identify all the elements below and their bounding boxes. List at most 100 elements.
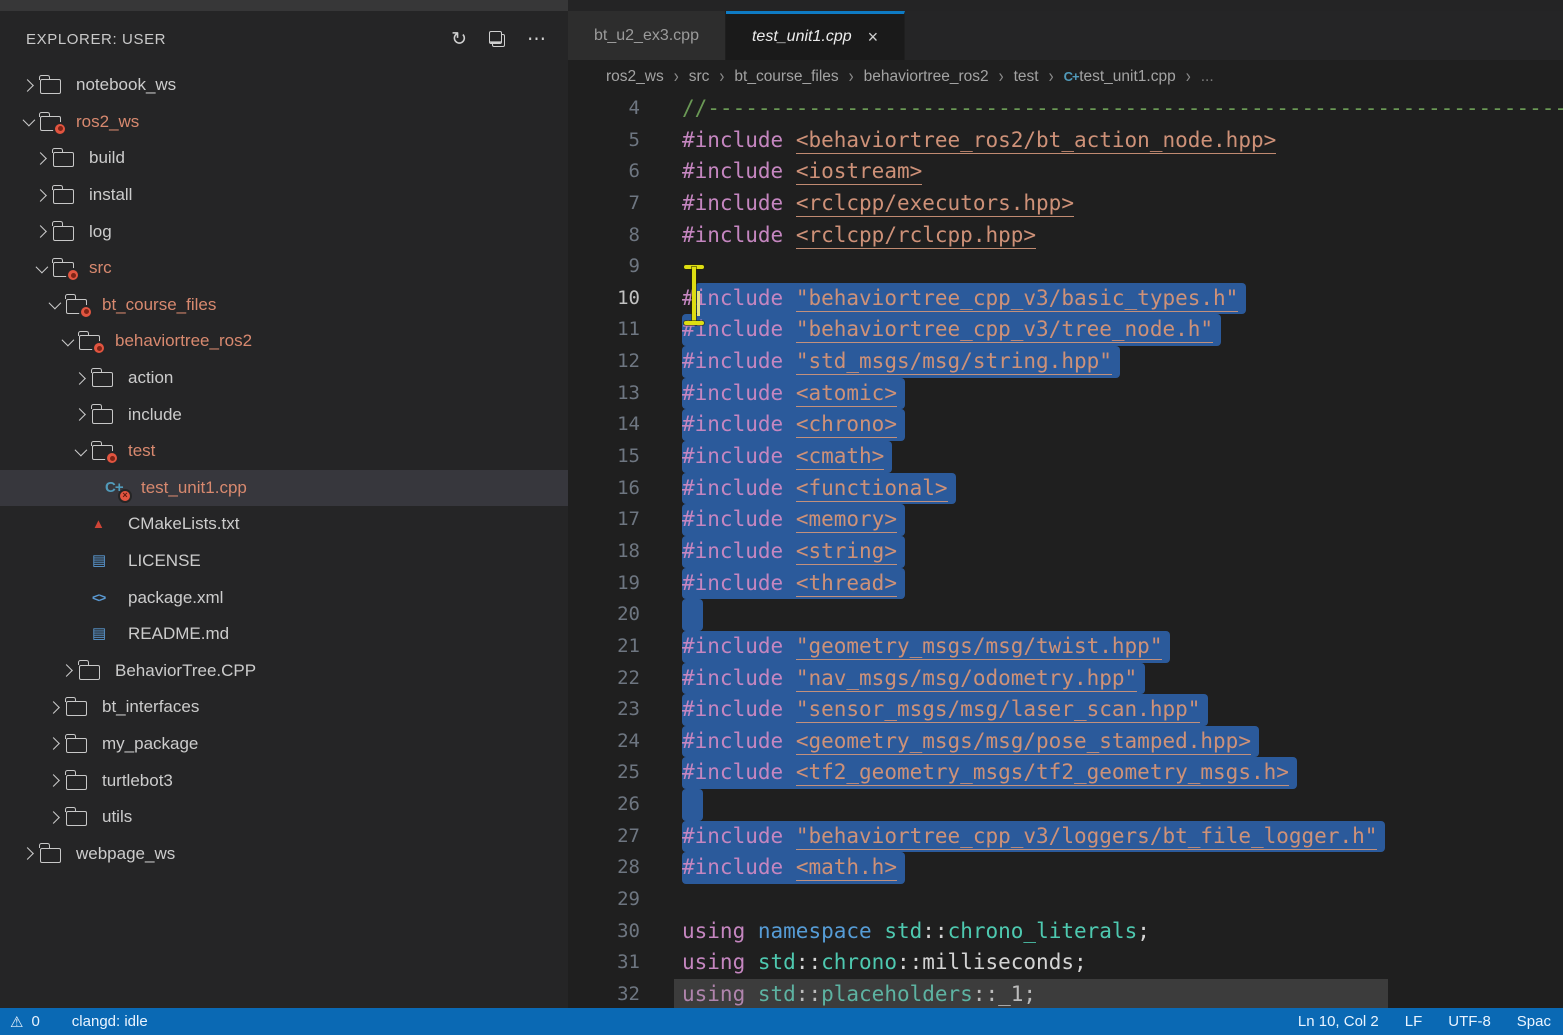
status-item-spac[interactable]: Spac — [1517, 1013, 1551, 1030]
code-line-25[interactable]: 25#include <tf2_geometry_msgs/tf2_geomet… — [568, 757, 1563, 789]
close-icon[interactable]: × — [868, 27, 879, 48]
tree-item-cmakelists-txt[interactable]: ▲CMakeLists.txt — [0, 506, 568, 543]
code-line-28[interactable]: 28#include <math.h> — [568, 852, 1563, 884]
code-line-24[interactable]: 24#include <geometry_msgs/msg/pose_stamp… — [568, 726, 1563, 758]
tree-item-build[interactable]: build — [0, 140, 568, 177]
code-line-9[interactable]: 9 — [568, 251, 1563, 283]
tree-item-readme-md[interactable]: ▤README.md — [0, 616, 568, 653]
breadcrumb-item[interactable]: test — [1014, 68, 1039, 86]
line-number: 27 — [568, 821, 640, 853]
breadcrumb-separator-icon: › — [1186, 65, 1191, 87]
code-line-11[interactable]: 11#include "behaviortree_cpp_v3/tree_nod… — [568, 314, 1563, 346]
tree-item-behaviortree-cpp[interactable]: BehaviorTree.CPP — [0, 653, 568, 690]
explorer-title: EXPLORER: USER — [26, 31, 166, 48]
tree-item-label: test — [128, 441, 155, 461]
line-number: 15 — [568, 441, 640, 473]
status-item-utf-8[interactable]: UTF-8 — [1448, 1013, 1491, 1030]
tree-item-test-unit1-cpp[interactable]: C+×test_unit1.cpp — [0, 470, 568, 507]
tree-item-action[interactable]: action — [0, 360, 568, 397]
code-line-21[interactable]: 21#include "geometry_msgs/msg/twist.hpp" — [568, 631, 1563, 663]
clangd-status[interactable]: clangd: idle — [72, 1013, 148, 1030]
warning-count[interactable]: 0 — [31, 1013, 39, 1030]
code-line-20[interactable]: 20 — [568, 599, 1563, 631]
code-line-10[interactable]: 10#include "behaviortree_cpp_v3/basic_ty… — [568, 283, 1563, 315]
code-line-19[interactable]: 19#include <thread> — [568, 568, 1563, 600]
chevron-right-icon — [21, 847, 34, 860]
tree-item-install[interactable]: install — [0, 177, 568, 214]
breadcrumb-item[interactable]: bt_course_files — [734, 68, 838, 86]
line-number: 5 — [568, 125, 640, 157]
line-number: 6 — [568, 156, 640, 188]
breadcrumb-item[interactable]: C+ test_unit1.cpp — [1064, 68, 1176, 86]
warning-icon[interactable]: ⚠ — [10, 1013, 23, 1031]
more-actions-icon[interactable]: ⋯ — [527, 30, 546, 49]
tree-item-turtlebot3[interactable]: turtlebot3 — [0, 762, 568, 799]
status-item-ln-10-col-2[interactable]: Ln 10, Col 2 — [1298, 1013, 1379, 1030]
tab-bt-u2-ex3-cpp[interactable]: bt_u2_ex3.cpp — [568, 11, 726, 60]
breadcrumb-separator-icon: › — [674, 65, 679, 87]
line-number: 31 — [568, 947, 640, 979]
tree-item-src[interactable]: src — [0, 250, 568, 287]
code-line-22[interactable]: 22#include "nav_msgs/msg/odometry.hpp" — [568, 663, 1563, 695]
code-line-4[interactable]: 4//-------------------------------------… — [568, 93, 1563, 125]
chevron-down-icon — [61, 334, 74, 347]
code-line-17[interactable]: 17#include <memory> — [568, 504, 1563, 536]
chevron-right-icon — [34, 152, 47, 165]
code-line-14[interactable]: 14#include <chrono> — [568, 409, 1563, 441]
code-line-26[interactable]: 26 — [568, 789, 1563, 821]
tree-item-package-xml[interactable]: <>package.xml — [0, 579, 568, 616]
code-line-13[interactable]: 13#include <atomic> — [568, 378, 1563, 410]
breadcrumb-separator-icon: › — [999, 65, 1004, 87]
line-number: 22 — [568, 663, 640, 695]
tree-item-license[interactable]: ▤LICENSE — [0, 543, 568, 580]
code-line-27[interactable]: 27#include "behaviortree_cpp_v3/loggers/… — [568, 821, 1563, 853]
code-line-29[interactable]: 29 — [568, 884, 1563, 916]
tree-item-label: action — [128, 368, 173, 388]
tree-item-label: BehaviorTree.CPP — [115, 661, 256, 681]
code-editor[interactable]: 4//-------------------------------------… — [568, 93, 1563, 1008]
breadcrumb-item[interactable]: behaviortree_ros2 — [864, 68, 989, 86]
tree-item-log[interactable]: log — [0, 213, 568, 250]
tree-item-label: notebook_ws — [76, 75, 176, 95]
code-line-15[interactable]: 15#include <cmath> — [568, 441, 1563, 473]
code-line-8[interactable]: 8#include <rclcpp/rclcpp.hpp> — [568, 220, 1563, 252]
tree-item-notebook-ws[interactable]: notebook_ws — [0, 67, 568, 104]
cpp-file-icon: C+ — [1064, 69, 1082, 84]
code-line-18[interactable]: 18#include <string> — [568, 536, 1563, 568]
breadcrumb-item[interactable]: ros2_ws — [606, 68, 664, 86]
code-line-31[interactable]: 31using std::chrono::milliseconds; — [568, 947, 1563, 979]
code-line-6[interactable]: 6#include <iostream> — [568, 156, 1563, 188]
line-number: 8 — [568, 220, 640, 252]
code-line-12[interactable]: 12#include "std_msgs/msg/string.hpp" — [568, 346, 1563, 378]
tree-item-bt-interfaces[interactable]: bt_interfaces — [0, 689, 568, 726]
breadcrumb-item[interactable]: ... — [1201, 68, 1214, 86]
collapse-folders-icon[interactable] — [489, 31, 505, 47]
code-line-5[interactable]: 5#include <behaviortree_ros2/bt_action_n… — [568, 125, 1563, 157]
tree-item-ros2-ws[interactable]: ros2_ws — [0, 104, 568, 141]
tab-test-unit1-cpp[interactable]: test_unit1.cpp× — [726, 11, 905, 60]
book-file-icon: ▤ — [92, 626, 106, 642]
tree-item-bt-course-files[interactable]: bt_course_files — [0, 287, 568, 324]
breadcrumb-item[interactable]: src — [689, 68, 710, 86]
horizontal-scrollbar[interactable] — [674, 979, 1388, 1008]
tree-item-behaviortree-ros2[interactable]: behaviortree_ros2 — [0, 323, 568, 360]
code-line-16[interactable]: 16#include <functional> — [568, 473, 1563, 505]
cmake-file-icon: ▲ — [92, 516, 105, 532]
tree-item-utils[interactable]: utils — [0, 799, 568, 836]
code-line-30[interactable]: 30using namespace std::chrono_literals; — [568, 916, 1563, 948]
tree-item-label: my_package — [102, 734, 198, 754]
refresh-explorer-icon[interactable]: ↻ — [451, 30, 467, 49]
code-line-23[interactable]: 23#include "sensor_msgs/msg/laser_scan.h… — [568, 694, 1563, 726]
code-line-7[interactable]: 7#include <rclcpp/executors.hpp> — [568, 188, 1563, 220]
folder-icon — [53, 189, 74, 204]
tree-item-label: build — [89, 148, 125, 168]
chevron-right-icon — [73, 408, 86, 421]
breadcrumb-separator-icon: › — [719, 65, 724, 87]
tree-item-include[interactable]: include — [0, 396, 568, 433]
tree-item-test[interactable]: test — [0, 433, 568, 470]
status-bar: ⚠ 0 clangd: idle Ln 10, Col 2 LF UTF-8 Spac — [0, 1008, 1563, 1035]
tree-item-webpage-ws[interactable]: webpage_ws — [0, 835, 568, 872]
status-item-lf[interactable]: LF — [1405, 1013, 1423, 1030]
folder-icon — [40, 79, 61, 94]
tree-item-my-package[interactable]: my_package — [0, 726, 568, 763]
